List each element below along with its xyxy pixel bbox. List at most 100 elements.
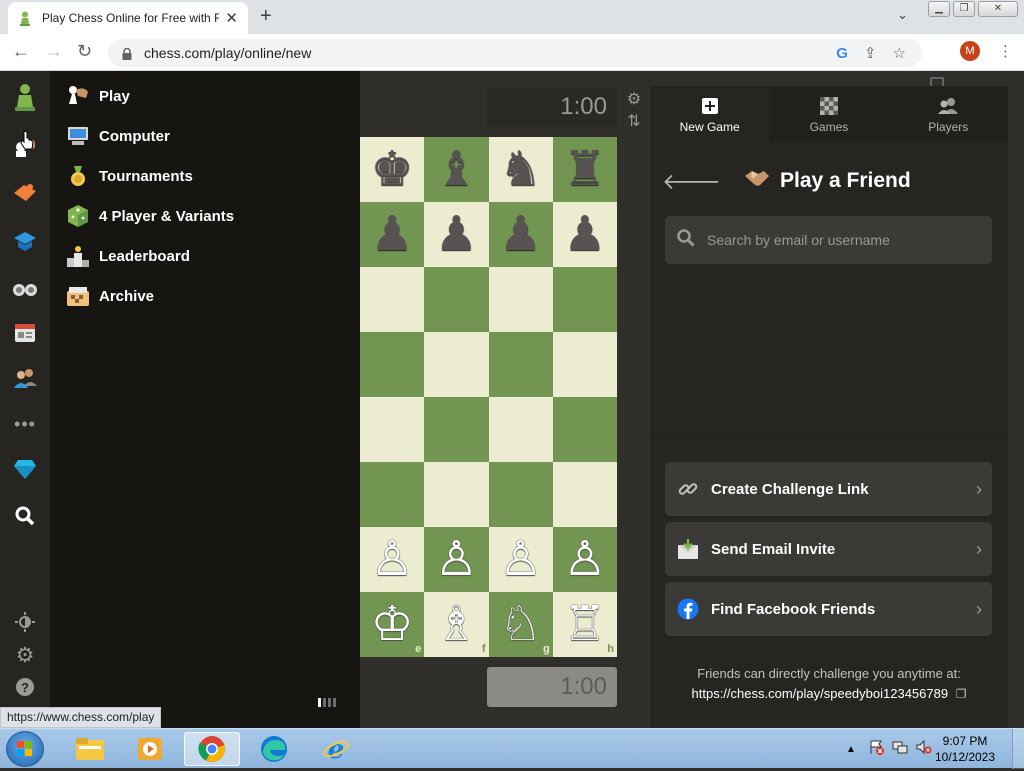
board-square[interactable]: ♙ (360, 527, 425, 592)
board-square[interactable]: ♙ (552, 527, 617, 592)
back-arrow-icon[interactable]: 🡐 (662, 169, 721, 195)
new-tab-icon[interactable]: + (260, 5, 272, 28)
board-square[interactable] (552, 397, 617, 462)
board-square[interactable] (360, 462, 425, 527)
create-challenge-link-button[interactable]: Create Challenge Link › (665, 462, 992, 516)
restore-button[interactable]: ❐ (953, 1, 975, 17)
chess-piece[interactable]: ♞ (499, 145, 542, 194)
social-icon[interactable] (11, 364, 39, 392)
chess-piece[interactable]: ♝ (435, 145, 478, 194)
chess-piece[interactable]: ♗ (435, 600, 478, 649)
chess-board[interactable]: ♚ ♝ ♞ ♜ ♟ ♟ ♟ ♟ ♙ ♙ ♙ ♙ ♔ e ♗ f ♘ g ♖ h (360, 137, 617, 657)
board-square[interactable]: ♘ g (488, 592, 553, 657)
board-square[interactable] (424, 462, 489, 527)
menu-item-computer[interactable]: Computer (66, 121, 170, 151)
board-square[interactable]: ♟ (424, 202, 489, 267)
board-square[interactable]: ♝ (424, 137, 489, 202)
chess-piece[interactable]: ♙ (499, 535, 542, 584)
premium-diamond-icon[interactable] (11, 455, 39, 483)
bookmark-star-icon[interactable]: ☆ (893, 44, 906, 62)
board-square[interactable]: ♚ (360, 137, 425, 202)
chess-piece[interactable]: ♔ (371, 600, 414, 649)
board-square[interactable] (424, 397, 489, 462)
board-square[interactable]: ♟ (552, 202, 617, 267)
more-icon[interactable]: ••• (11, 410, 39, 438)
watch-icon[interactable] (11, 274, 39, 302)
tab-search-chevron-icon[interactable]: ⌄ (897, 7, 908, 23)
browser-menu-icon[interactable]: ⋮ (998, 42, 1013, 60)
back-arrow-icon[interactable]: ← (12, 41, 30, 62)
tab-players[interactable]: Players (889, 86, 1008, 142)
copy-icon[interactable]: ❐ (956, 687, 967, 701)
board-square[interactable] (488, 397, 553, 462)
action-center-flag-icon[interactable] (868, 739, 884, 760)
start-button[interactable] (6, 731, 44, 767)
board-square[interactable]: ♙ (424, 527, 489, 592)
friend-search-box[interactable] (665, 216, 992, 264)
menu-item-leaderboard[interactable]: Leaderboard (66, 241, 190, 271)
profile-avatar[interactable]: M (960, 41, 980, 61)
chess-piece[interactable]: ♙ (435, 535, 478, 584)
send-email-invite-button[interactable]: Send Email Invite › (665, 522, 992, 576)
chess-piece[interactable]: ♜ (563, 145, 606, 194)
board-square[interactable] (488, 267, 553, 332)
show-desktop-button[interactable] (1012, 729, 1024, 769)
minimize-button[interactable]: ▁ (928, 1, 950, 17)
board-square[interactable] (488, 462, 553, 527)
taskbar-clock[interactable]: 9:07 PM 10/12/2023 (930, 733, 1000, 765)
chess-piece[interactable]: ♘ (499, 600, 542, 649)
menu-item-tournaments[interactable]: Tournaments (66, 161, 193, 191)
tab-new-game[interactable]: New Game (650, 86, 770, 142)
menu-item-archive[interactable]: Archive (66, 281, 154, 311)
chess-piece[interactable]: ♙ (371, 535, 414, 584)
board-square[interactable] (360, 397, 425, 462)
google-icon[interactable]: G (836, 45, 848, 62)
network-icon[interactable] (892, 739, 908, 760)
menu-item-variants[interactable]: 4 Player & Variants (66, 201, 234, 231)
learn-icon[interactable] (11, 227, 39, 255)
board-square[interactable] (488, 332, 553, 397)
settings-icon[interactable]: ⚙ (11, 641, 39, 669)
chess-logo-icon[interactable] (11, 83, 39, 111)
tab-close-icon[interactable]: ✕ (225, 9, 238, 27)
board-square[interactable]: ♜ (552, 137, 617, 202)
media-player-icon[interactable] (122, 732, 178, 766)
board-square[interactable] (360, 332, 425, 397)
window-close-button[interactable]: ✕ (978, 1, 1018, 17)
chess-piece[interactable]: ♟ (435, 210, 478, 259)
board-square[interactable]: ♗ f (424, 592, 489, 657)
search-icon[interactable] (11, 502, 39, 530)
board-square[interactable] (424, 267, 489, 332)
board-square[interactable]: ♟ (360, 202, 425, 267)
tab-games[interactable]: Games (769, 86, 888, 142)
puzzles-icon[interactable] (11, 179, 39, 207)
board-square[interactable]: ♞ (488, 137, 553, 202)
board-square[interactable] (360, 267, 425, 332)
board-square[interactable] (552, 267, 617, 332)
board-square[interactable] (552, 462, 617, 527)
edge-icon[interactable] (246, 732, 302, 766)
flip-board-icon[interactable]: ⇅ (626, 111, 642, 133)
board-square[interactable]: ♔ e (360, 592, 425, 657)
internet-explorer-icon[interactable]: e (308, 732, 364, 766)
board-square[interactable]: ♖ h (552, 592, 617, 657)
file-explorer-icon[interactable] (62, 732, 118, 766)
tray-chevron-icon[interactable]: ▲ (846, 744, 856, 755)
board-square[interactable]: ♙ (488, 527, 553, 592)
help-icon[interactable]: ? (11, 673, 39, 701)
chrome-icon[interactable] (184, 732, 240, 766)
browser-tab[interactable]: Play Chess Online for Free with F ✕ (8, 2, 248, 34)
chess-piece[interactable]: ♖ (563, 600, 606, 649)
theme-icon[interactable] (11, 608, 39, 636)
share-icon[interactable]: ⇪ (864, 44, 877, 62)
board-square[interactable] (552, 332, 617, 397)
friend-challenge-link[interactable]: https://chess.com/play/speedyboi12345678… (692, 686, 949, 701)
chess-piece[interactable]: ♚ (371, 145, 414, 194)
omnibox[interactable]: chess.com/play/online/new G ⇪ ☆ (108, 39, 922, 67)
board-square[interactable]: ♟ (488, 202, 553, 267)
chess-piece[interactable]: ♟ (499, 210, 542, 259)
forward-arrow-icon[interactable]: → (45, 41, 63, 62)
menu-item-play[interactable]: Play (66, 81, 130, 111)
friend-search-input[interactable] (707, 232, 987, 248)
chess-piece[interactable]: ♟ (563, 210, 606, 259)
